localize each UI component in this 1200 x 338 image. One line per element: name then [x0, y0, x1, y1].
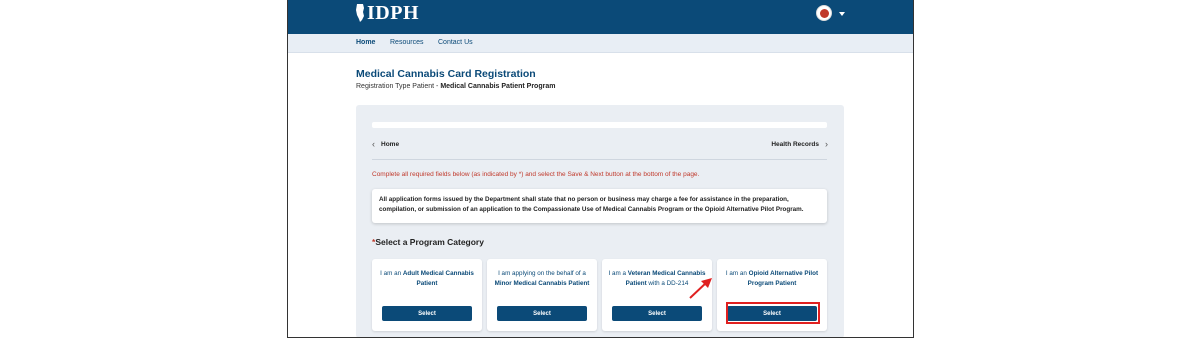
breadcrumb-next[interactable]: Health Records ›: [771, 139, 828, 149]
program-category-title: Select a Program Category: [375, 237, 484, 247]
breadcrumb-home: Home: [381, 140, 400, 148]
program-category-heading: *Select a Program Category: [372, 237, 484, 247]
registration-card: ‹ Home Health Records › Complete all req…: [356, 105, 844, 337]
option-description: I am an Opioid Alternative Pilot Program…: [725, 270, 819, 287]
nav-home[interactable]: Home: [356, 39, 375, 46]
select-minor-button[interactable]: Select: [497, 306, 587, 321]
chevron-right-icon: ›: [825, 139, 828, 149]
chevron-left-icon: ‹: [372, 139, 375, 149]
divider: [372, 159, 827, 160]
logo-text: IDPH: [367, 2, 419, 24]
select-veteran-button[interactable]: Select: [612, 306, 702, 321]
chevron-down-icon[interactable]: [839, 12, 845, 16]
nav-resources[interactable]: Resources: [390, 39, 423, 46]
registration-type: Registration Type Patient - Medical Cann…: [356, 83, 555, 90]
red-arrow-icon: [689, 278, 712, 299]
header-bar: IDPH: [288, 0, 913, 34]
fee-notice: All application forms issued by the Depa…: [372, 189, 827, 223]
required-fields-note: Complete all required fields below (as i…: [372, 171, 700, 178]
illinois-state-icon: [356, 4, 364, 22]
breadcrumb-back[interactable]: ‹ Home: [372, 139, 400, 149]
breadcrumb-health-records: Health Records: [771, 140, 819, 148]
registration-type-value: Medical Cannabis Patient Program: [440, 83, 556, 90]
option-description: I am an Adult Medical Cannabis Patient: [380, 270, 474, 287]
program-option-minor: I am applying on the behalf of a Minor M…: [487, 259, 597, 331]
progress-strip: [372, 122, 827, 128]
user-avatar-icon[interactable]: [816, 5, 832, 21]
idph-logo[interactable]: IDPH: [356, 3, 419, 23]
option-description: I am applying on the behalf of a Minor M…: [494, 270, 590, 287]
nav-contact-us[interactable]: Contact Us: [438, 39, 473, 46]
highlight-box: [726, 302, 820, 324]
page-title: Medical Cannabis Card Registration: [356, 68, 536, 80]
program-option-adult: I am an Adult Medical Cannabis Patient S…: [372, 259, 482, 331]
registration-type-prefix: Registration Type Patient -: [356, 83, 441, 90]
app-window: IDPH Home Resources Contact Us Medical C…: [287, 0, 914, 338]
main-nav: Home Resources Contact Us: [288, 34, 913, 53]
select-adult-button[interactable]: Select: [382, 306, 472, 321]
